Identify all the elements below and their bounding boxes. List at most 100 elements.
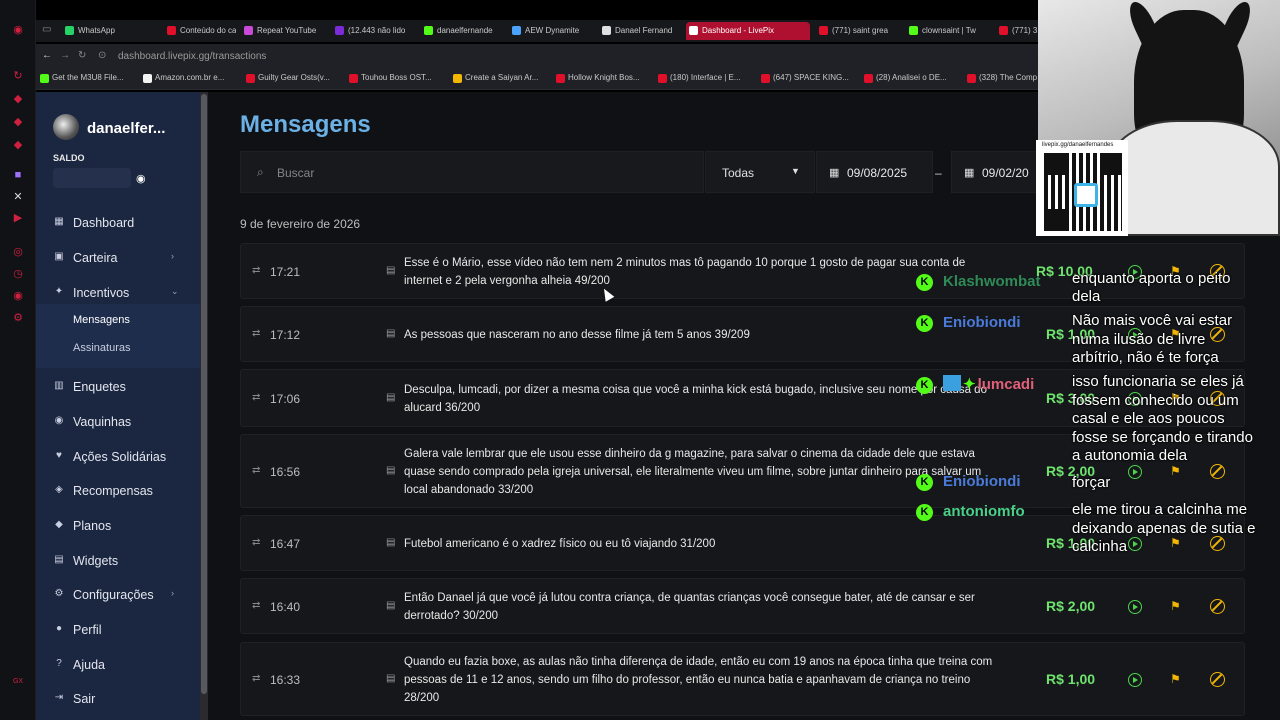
- sidebar-item-ajuda[interactable]: ? Ajuda: [36, 650, 200, 680]
- clock-icon[interactable]: ◷: [12, 268, 24, 280]
- bookmark-item[interactable]: Guilty Gear Osts(v...: [246, 73, 330, 83]
- play-icon[interactable]: [1128, 600, 1142, 614]
- page-title: Mensagens: [240, 111, 371, 138]
- block-icon[interactable]: [1210, 464, 1225, 479]
- star-icon: ✦: [963, 376, 976, 393]
- eye-icon[interactable]: ◉: [136, 172, 146, 185]
- browser-tab[interactable]: Danael Fernand: [599, 22, 679, 40]
- tabs-menu-icon[interactable]: ▭: [42, 24, 51, 35]
- sidebar-subitem-mensagens[interactable]: Mensagens: [73, 314, 130, 326]
- bookmark-item[interactable]: Get the M3U8 File...: [40, 73, 124, 83]
- bookmark-item[interactable]: (180) Interface | E...: [658, 73, 741, 83]
- reload-icon[interactable]: ↻: [78, 50, 86, 61]
- extension-icon[interactable]: ◆: [12, 93, 24, 105]
- browser-tab[interactable]: clownsaint | Tw: [906, 22, 986, 40]
- back-icon[interactable]: ←: [42, 50, 52, 61]
- chat-username-text: antoniomfo: [943, 503, 1025, 520]
- chat-username: K ✦ lumcadi: [916, 375, 1034, 394]
- browser-tab[interactable]: danaelfernande: [421, 22, 501, 40]
- search-input[interactable]: ⌕ Buscar: [240, 151, 704, 193]
- username[interactable]: danaelfer...: [87, 120, 165, 137]
- sidebar-subitem-assinaturas[interactable]: Assinaturas: [73, 342, 130, 354]
- flag-icon[interactable]: ⚑: [1170, 672, 1181, 686]
- extension-icon[interactable]: ◎: [12, 246, 24, 258]
- calendar-icon: ▦: [829, 167, 840, 179]
- bookmark-item[interactable]: (647) SPACE KING...: [761, 73, 849, 83]
- bookmark-item[interactable]: (328) The Comp: [967, 73, 1037, 83]
- tab-label: AEW Dynamite: [525, 26, 580, 35]
- browser-tab[interactable]: (771) saint grea: [816, 22, 898, 40]
- browser-tab[interactable]: (12.443 não lido: [332, 22, 410, 40]
- sidebar-item-enquetes[interactable]: ▥ Enquetes: [36, 372, 200, 402]
- bookmark-item[interactable]: Amazon.com.br e...: [143, 73, 224, 83]
- wallet-icon: ▣: [54, 251, 64, 262]
- sidebar-item-configuracoes[interactable]: ⚙ Configurações ›: [36, 580, 200, 610]
- browser-tab[interactable]: Repeat YouTube: [241, 22, 323, 40]
- message-text: Esse é o Mário, esse vídeo não tem nem 2…: [404, 257, 966, 287]
- sidebar-scrollbar-thumb[interactable]: [201, 94, 207, 694]
- block-icon[interactable]: [1210, 599, 1225, 614]
- sparkle-icon: ✦: [54, 286, 64, 297]
- sidebar-item-carteira[interactable]: ▣ Carteira ›: [36, 243, 200, 273]
- bookmark-item[interactable]: (28) Analisei o DE...: [864, 73, 947, 83]
- flag-icon[interactable]: ⚑: [1170, 536, 1181, 550]
- sidebar-item-recompensas[interactable]: ◈ Recompensas: [36, 476, 200, 506]
- forward-icon[interactable]: →: [60, 50, 70, 61]
- bookmark-favicon: [864, 74, 873, 83]
- bookmark-label: Get the M3U8 File...: [52, 73, 124, 82]
- sidebar-item-dashboard[interactable]: ▦ Dashboard: [36, 208, 200, 238]
- extension-icon[interactable]: ◆: [12, 116, 24, 128]
- browser-tab-active[interactable]: Dashboard - LivePix: [686, 22, 810, 40]
- chat-message-line: Não mais você vai estar: [1072, 312, 1233, 329]
- play-icon[interactable]: [1128, 537, 1142, 551]
- browser-tab[interactable]: WhatsApp: [62, 22, 162, 40]
- app-icon[interactable]: ◉: [12, 24, 24, 36]
- bookmark-item[interactable]: Touhou Boss OST...: [349, 73, 432, 83]
- widgets-icon: ▤: [54, 554, 64, 565]
- date-to-input[interactable]: ▦ 09/02/20: [951, 151, 1041, 193]
- history-icon[interactable]: ↻: [12, 70, 24, 82]
- bookmark-favicon: [658, 74, 667, 83]
- logout-icon: ⇥: [54, 692, 64, 703]
- play-icon[interactable]: [1128, 673, 1142, 687]
- browser-tab[interactable]: Conteúdo do ca: [164, 22, 236, 40]
- block-icon[interactable]: [1210, 672, 1225, 687]
- sidebar-item-incentivos[interactable]: ✦ Incentivos ⌄: [36, 278, 200, 308]
- filter-value: Todas: [722, 166, 755, 180]
- sidebar-item-widgets[interactable]: ▤ Widgets: [36, 546, 200, 576]
- play-icon[interactable]: [1128, 465, 1142, 479]
- extension-icon[interactable]: ◆: [12, 139, 24, 151]
- bookmark-label: Hollow Knight Bos...: [568, 73, 640, 82]
- bookmark-item[interactable]: Create a Saiyan Ar...: [453, 73, 538, 83]
- bookmark-item[interactable]: Hollow Knight Bos...: [556, 73, 640, 83]
- chat-message-line: numa ilusão de livre: [1072, 331, 1206, 348]
- bookmark-label: Guilty Gear Osts(v...: [258, 73, 330, 82]
- flag-icon[interactable]: ⚑: [1170, 464, 1181, 478]
- twitch-icon[interactable]: ■: [12, 169, 24, 181]
- youtube-icon[interactable]: ▶: [12, 212, 24, 224]
- tab-favicon: [909, 26, 918, 35]
- gx-icon[interactable]: GX: [12, 676, 24, 688]
- block-icon[interactable]: [1210, 536, 1225, 551]
- lock-icon[interactable]: ⊙: [98, 50, 106, 61]
- sidebar-item-sair[interactable]: ⇥ Sair: [36, 684, 200, 714]
- gear-icon: ⚙: [54, 588, 64, 599]
- message-amount: R$ 2,00: [1046, 598, 1096, 614]
- browser-tab[interactable]: AEW Dynamite: [509, 22, 589, 40]
- avatar[interactable]: [53, 114, 79, 140]
- browser-tab[interactable]: (771) 3: [996, 22, 1040, 40]
- message-row[interactable]: ⇄ 16:40 ▤ Então Danael já que você já lu…: [240, 578, 1245, 634]
- flag-icon[interactable]: ⚑: [1170, 599, 1181, 613]
- date-from-input[interactable]: ▦ 09/08/2025: [816, 151, 933, 193]
- settings-icon[interactable]: ⚙: [12, 312, 24, 324]
- sidebar-item-acoes-solidarias[interactable]: ♥ Ações Solidárias: [36, 442, 200, 472]
- message-row[interactable]: ⇄ 16:33 ▤ Quando eu fazia boxe, as aulas…: [240, 642, 1245, 716]
- x-icon[interactable]: ✕: [12, 191, 24, 203]
- sidebar-item-vaquinhas[interactable]: ◉ Vaquinhas: [36, 407, 200, 437]
- url-input[interactable]: dashboard.livepix.gg/transactions: [118, 51, 266, 62]
- message-text: Então Danael já que você já lutou contra…: [404, 592, 975, 622]
- sidebar-item-perfil[interactable]: ● Perfil: [36, 615, 200, 645]
- sidebar-item-planos[interactable]: ◆ Planos: [36, 511, 200, 541]
- status-filter-select[interactable]: Todas ▼: [705, 151, 815, 193]
- extension-icon[interactable]: ◉: [12, 290, 24, 302]
